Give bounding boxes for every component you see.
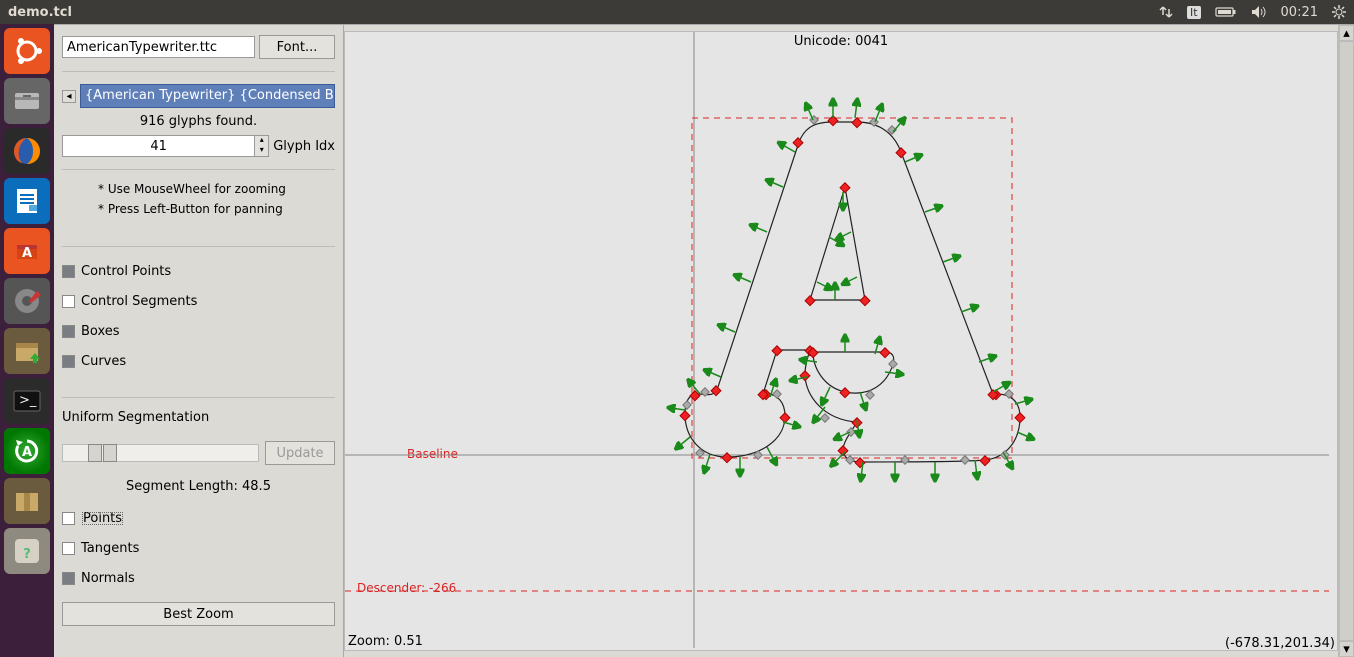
battery-icon[interactable] [1215,5,1237,20]
check-points-label: Points [81,511,124,526]
system-top-bar: demo.tcl It 00:21 [0,0,1354,24]
glyph-idx-label: Glyph Idx [273,139,335,154]
segment-length-label: Segment Length: 48.5 [62,479,335,494]
font-button[interactable]: Font... [259,35,335,59]
keyboard-layout-indicator[interactable]: It [1187,6,1201,19]
check-control-segments-label: Control Segments [81,294,197,309]
launcher-firefox-icon[interactable] [4,128,50,174]
app-vertical-scrollbar[interactable]: ▴ ▾ [1338,25,1354,657]
scrollbar-down-icon[interactable]: ▾ [1339,641,1354,657]
network-icon[interactable] [1159,5,1173,20]
check-boxes[interactable]: Boxes [62,319,335,343]
launcher-ubuntu-icon[interactable] [4,28,50,74]
zoom-label: Zoom: 0.51 [344,632,427,651]
segment-length-slider[interactable] [62,444,259,462]
launcher-settings-icon[interactable] [4,278,50,324]
check-control-segments[interactable]: Control Segments [62,289,335,313]
launcher-archive-icon[interactable] [4,478,50,524]
check-points[interactable]: Points [62,506,335,530]
gear-icon[interactable] [1332,5,1346,20]
glyph-idx-input[interactable] [62,135,255,157]
uniform-segmentation-label: Uniform Segmentation [62,410,335,425]
font-file-input[interactable] [62,36,255,58]
check-curves[interactable]: Curves [62,349,335,373]
glyph-canvas[interactable]: Unicode: 0041 Baseline Descender: -266 [344,31,1338,651]
launcher-writer-icon[interactable] [4,178,50,224]
clock[interactable]: 00:21 [1281,5,1318,20]
glyphs-found-label: 916 glyphs found. [62,114,335,129]
svg-text:A: A [22,445,32,460]
update-button[interactable]: Update [265,441,335,465]
svg-text:?: ? [23,547,31,562]
glyph-idx-spin-arrows[interactable]: ▴▾ [255,135,269,157]
check-tangents[interactable]: Tangents [62,536,335,560]
check-tangents-label: Tangents [81,541,139,556]
launcher-dock: A >_ A ? [0,24,54,657]
check-curves-label: Curves [81,354,126,369]
coord-label: (-678.31,201.34) [1225,636,1335,651]
launcher-terminal-icon[interactable]: >_ [4,378,50,424]
launcher-package-icon[interactable] [4,328,50,374]
font-list-selected[interactable]: {American Typewriter} {Condensed Bold [80,84,335,108]
launcher-updater-icon[interactable]: A [4,428,50,474]
launcher-help-icon[interactable]: ? [4,528,50,574]
system-tray: It 00:21 [1159,5,1346,20]
check-normals[interactable]: Normals [62,566,335,590]
check-boxes-label: Boxes [81,324,120,339]
svg-text:A: A [22,246,32,261]
hint-pan: * Press Left-Button for panning [62,202,335,216]
window-title: demo.tcl [8,5,72,20]
launcher-files-icon[interactable] [4,78,50,124]
hint-zoom: * Use MouseWheel for zooming [62,182,335,196]
svg-text:>_: >_ [19,393,37,408]
check-control-points-label: Control Points [81,264,171,279]
check-normals-label: Normals [81,571,135,586]
control-panel: Font... ◂ {American Typewriter} {Condens… [54,25,344,657]
volume-icon[interactable] [1251,5,1267,20]
scrollbar-up-icon[interactable]: ▴ [1339,25,1354,41]
launcher-software-icon[interactable]: A [4,228,50,274]
best-zoom-button[interactable]: Best Zoom [62,602,335,626]
app-window: Font... ◂ {American Typewriter} {Condens… [54,24,1354,657]
font-list-scroll-left[interactable]: ◂ [62,90,76,103]
check-control-points[interactable]: Control Points [62,259,335,283]
